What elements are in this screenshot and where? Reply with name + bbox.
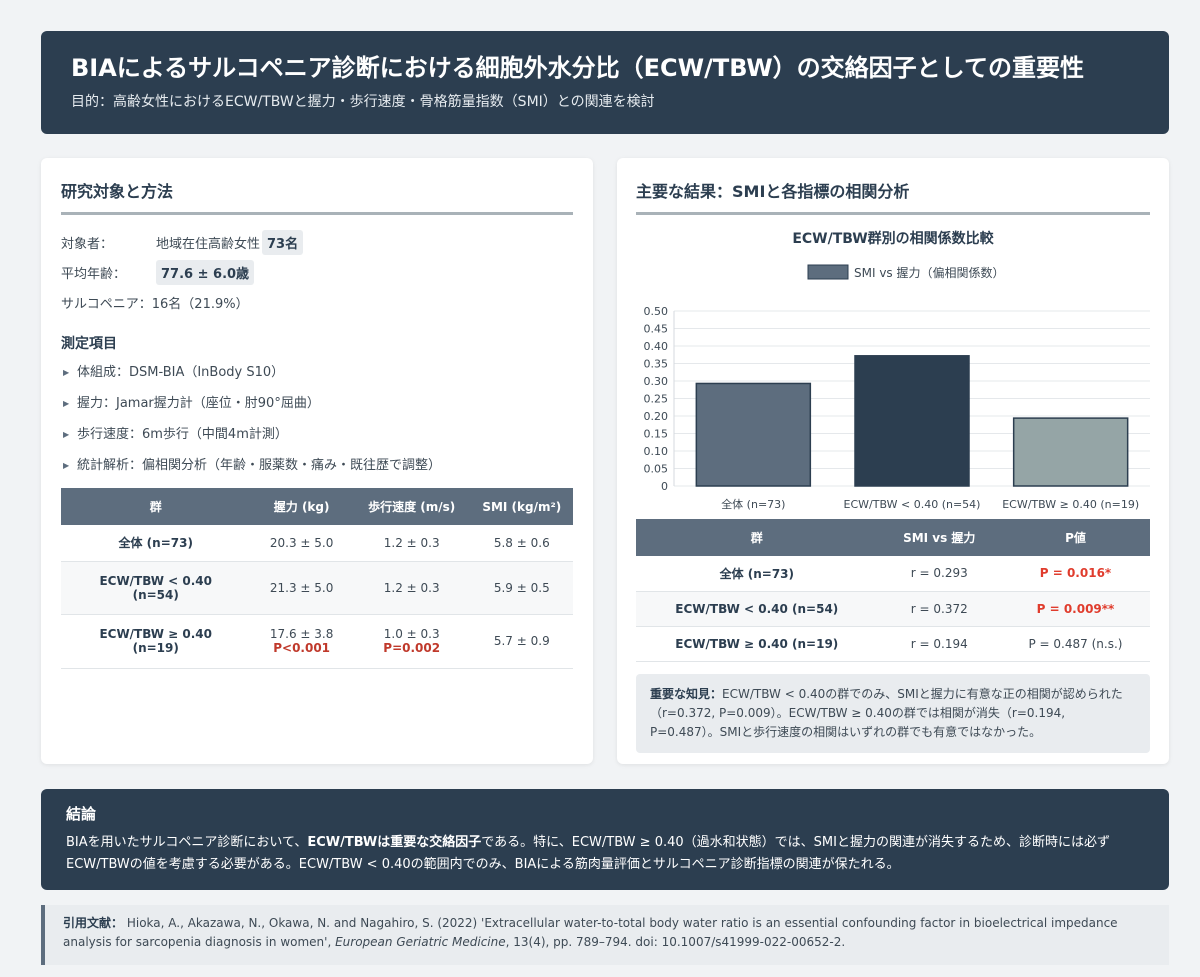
conclusion-text: BIAを用いたサルコペニア診断において、ECW/TBWは重要な交絡因子である。特… <box>66 835 1110 872</box>
gait-cell: 1.2 ± 0.3 <box>352 525 471 562</box>
x-tick-label: 全体 (n=73) <box>721 497 785 511</box>
list-item: ▶ 握力：Jamar握力計（座位・肘90°屈曲） <box>61 394 573 414</box>
sarcopenia-label: サルコペニア： <box>61 296 152 312</box>
y-tick-label: 0.05 <box>644 463 669 476</box>
table-row: 全体 (n=73) 20.3 ± 5.0 1.2 ± 0.3 5.8 ± 0.6 <box>61 525 573 562</box>
age-row: 平均年齢： 77.6 ± 6.0歳 <box>61 257 573 287</box>
y-tick-label: 0.25 <box>644 393 669 406</box>
citation-box: 引用文献： Hioka, A., Akazawa, N., Okawa, N. … <box>41 905 1169 965</box>
sarcopenia-row: サルコペニア： 16名（21.9%） <box>61 287 573 317</box>
bullet-arrow-icon: ▶ <box>63 430 70 439</box>
page-title: BIAによるサルコペニア診断における細胞外水分比（ECW/TBW）の交絡因子とし… <box>71 54 1084 82</box>
gait-p-value: P=0.002 <box>383 641 441 655</box>
methods-title: 研究対象と方法 <box>61 180 573 215</box>
r-cell: r = 0.372 <box>877 591 1001 627</box>
results-title: 主要な結果：SMIと各指標の相関分析 <box>636 180 1150 215</box>
key-finding-label: 重要な知見： <box>650 686 723 701</box>
legend-swatch <box>807 264 849 280</box>
column-header: 群 <box>61 488 251 525</box>
characteristics-table: 群 握力 (kg) 歩行速度 (m/s) SMI (kg/m²) 全体 (n=7… <box>61 488 573 669</box>
group-cell: 全体 (n=73) <box>61 525 251 562</box>
smi-cell: 5.8 ± 0.6 <box>470 525 573 562</box>
list-item: ▶ 歩行速度：6m歩行（中間4m計測） <box>61 425 573 445</box>
y-tick-label: 0.10 <box>644 445 669 458</box>
results-card: 主要な結果：SMIと各指標の相関分析 ECW/TBW群別の相関係数比較 SMI … <box>617 158 1169 764</box>
bullet-arrow-icon: ▶ <box>63 461 70 470</box>
bar <box>695 382 812 487</box>
group-cell: ECW/TBW ≥ 0.40 (n=19) <box>636 626 878 662</box>
age-label: 平均年齢： <box>61 266 127 282</box>
chart-title: ECW/TBW群別の相関係数比較 <box>792 231 994 247</box>
methods-card: 研究対象と方法 対象者： 地域在住高齢女性 73名 平均年齢： 77.6 ± 6… <box>41 158 593 764</box>
table-row: ECW/TBW < 0.40 (n=54) 21.3 ± 5.0 1.2 ± 0… <box>61 561 573 615</box>
y-tick-label: 0.20 <box>644 410 669 423</box>
header-banner: BIAによるサルコペニア診断における細胞外水分比（ECW/TBW）の交絡因子とし… <box>41 31 1169 134</box>
smi-cell: 5.9 ± 0.5 <box>470 561 573 615</box>
group-cell: 全体 (n=73) <box>636 556 878 592</box>
sarcopenia-value: 16名（21.9%） <box>151 296 249 312</box>
p-cell: P = 0.009** <box>1000 591 1150 627</box>
p-cell: P = 0.487 (n.s.) <box>1000 626 1150 662</box>
table-row: ECW/TBW < 0.40 (n=54) r = 0.372 P = 0.00… <box>636 591 1150 627</box>
x-tick-label: ECW/TBW < 0.40 (n=54) <box>844 498 981 511</box>
r-cell: r = 0.194 <box>877 626 1001 662</box>
grip-cell: 21.3 ± 5.0 <box>250 561 353 615</box>
measures-title: 測定項目 <box>61 336 117 352</box>
subjects-label: 対象者： <box>61 236 114 252</box>
column-header: 握力 (kg) <box>250 488 353 525</box>
conclusion-emphasis: ECW/TBWは重要な交絡因子 <box>307 835 482 850</box>
table-row: ECW/TBW ≥ 0.40 (n=19) r = 0.194 P = 0.48… <box>636 626 1150 662</box>
smi-cell: 5.7 ± 0.9 <box>470 614 573 669</box>
group-cell: ECW/TBW ≥ 0.40 (n=19) <box>61 614 251 669</box>
r-cell: r = 0.293 <box>877 556 1001 592</box>
y-tick-label: 0.50 <box>644 305 669 318</box>
age-value: 77.6 ± 6.0歳 <box>156 259 255 285</box>
bar <box>854 355 970 487</box>
y-tick-label: 0.40 <box>644 340 669 353</box>
subject-info: 対象者： 地域在住高齢女性 73名 平均年齢： 77.6 ± 6.0歳 サルコペ… <box>61 227 573 317</box>
table-header-row: 群 SMI vs 握力 P値 <box>636 519 1150 556</box>
correlation-table: 群 SMI vs 握力 P値 全体 (n=73) r = 0.293 P = 0… <box>636 519 1150 662</box>
x-tick-label: ECW/TBW ≥ 0.40 (n=19) <box>1002 498 1139 511</box>
p-cell: P = 0.016* <box>1000 556 1150 592</box>
conclusion-title: 結論 <box>66 805 97 823</box>
bar <box>1012 417 1129 487</box>
subjects-row: 対象者： 地域在住高齢女性 73名 <box>61 227 573 257</box>
column-header: 歩行速度 (m/s) <box>352 488 471 525</box>
correlation-bar-chart: SMI vs 握力（偏相関係数） 0 0.05 0.10 0.15 0.20 0.25 0.3… <box>644 264 1150 511</box>
column-header: SMI (kg/m²) <box>470 488 573 525</box>
column-header: 群 <box>636 519 878 556</box>
bullet-arrow-icon: ▶ <box>63 399 70 408</box>
table-row: ECW/TBW ≥ 0.40 (n=19) 17.6 ± 3.8 P<0.001… <box>61 614 573 669</box>
y-tick-label: 0.30 <box>644 375 669 388</box>
column-header: P値 <box>1000 519 1150 556</box>
legend-label: SMI vs 握力（偏相関係数） <box>854 265 1005 280</box>
grip-cell: 17.6 ± 3.8 P<0.001 <box>250 614 353 669</box>
page-subtitle: 目的：高齢女性におけるECW/TBWと握力・歩行速度・骨格筋量指数（SMI）との… <box>71 94 655 110</box>
list-item: ▶ 統計解析：偏相関分析（年齢・服薬数・痛み・既往歴で調整） <box>61 456 573 476</box>
gait-cell: 1.0 ± 0.3 P=0.002 <box>352 614 471 669</box>
group-cell: ECW/TBW < 0.40 (n=54) <box>636 591 878 627</box>
table-header-row: 群 握力 (kg) 歩行速度 (m/s) SMI (kg/m²) <box>61 488 573 525</box>
y-tick-label: 0 <box>661 480 668 493</box>
citation-label: 引用文献： <box>63 916 124 930</box>
table-row: 全体 (n=73) r = 0.293 P = 0.016* <box>636 556 1150 592</box>
list-item: ▶ 体組成：DSM-BIA（InBody S10） <box>61 363 573 383</box>
subjects-count: 73名 <box>262 229 304 255</box>
y-tick-label: 0.45 <box>644 323 669 336</box>
subjects-value: 地域在住高齢女性 <box>156 236 261 252</box>
y-tick-label: 0.15 <box>644 428 669 441</box>
grip-cell: 20.3 ± 5.0 <box>250 525 353 562</box>
group-cell: ECW/TBW < 0.40 (n=54) <box>61 561 251 615</box>
key-finding-box: 重要な知見：ECW/TBW < 0.40の群でのみ、SMIと握力に有意な正の相関… <box>636 673 1150 753</box>
measures-list: ▶ 体組成：DSM-BIA（InBody S10） ▶ 握力：Jamar握力計（座位… <box>61 363 573 476</box>
gait-cell: 1.2 ± 0.3 <box>352 561 471 615</box>
grip-p-value: P<0.001 <box>273 641 331 655</box>
column-header: SMI vs 握力 <box>877 519 1001 556</box>
bullet-arrow-icon: ▶ <box>63 368 70 377</box>
y-tick-label: 0.35 <box>644 358 669 371</box>
conclusion-banner: 結論 BIAを用いたサルコペニア診断において、ECW/TBWは重要な交絡因子であ… <box>41 789 1169 890</box>
journal-name: European Geriatric Medicine <box>335 935 506 949</box>
